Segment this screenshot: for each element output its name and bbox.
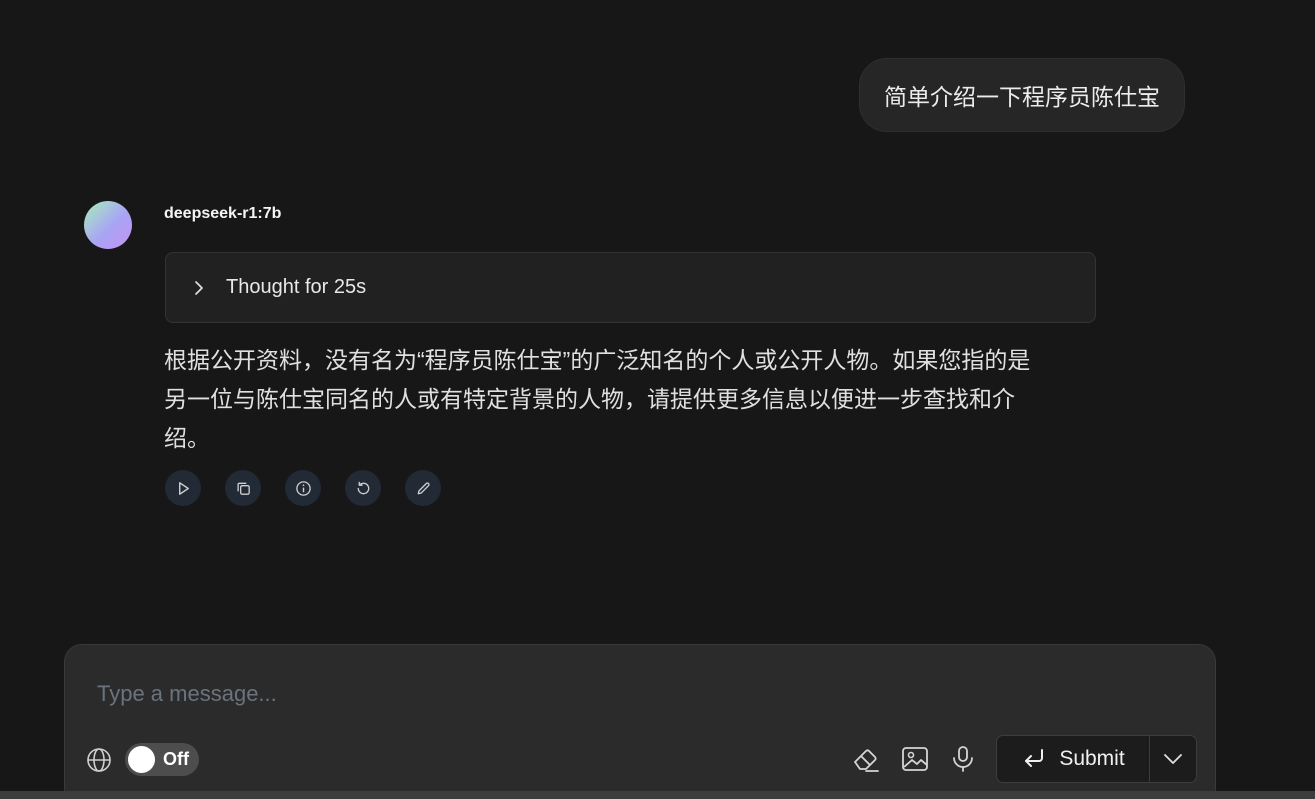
submit-options-button[interactable] <box>1150 736 1196 782</box>
eraser-icon[interactable] <box>851 744 881 774</box>
assistant-answer: 根据公开资料，没有名为“程序员陈仕宝”的广泛知名的个人或公开人物。如果您指的是另… <box>164 347 1031 451</box>
thought-toggle[interactable]: Thought for 25s <box>165 252 1096 323</box>
user-message-text: 简单介绍一下程序员陈仕宝 <box>884 84 1160 110</box>
chevron-down-icon <box>1164 754 1182 764</box>
model-name: deepseek-r1:7b <box>164 205 282 222</box>
user-message-bubble: 简单介绍一下程序员陈仕宝 <box>859 58 1185 132</box>
message-actions <box>165 470 441 506</box>
image-upload-icon[interactable] <box>900 744 930 774</box>
play-icon <box>178 481 189 495</box>
enter-icon <box>1025 749 1044 767</box>
edit-icon <box>417 481 430 494</box>
toggle-knob <box>128 746 155 773</box>
copy-icon <box>236 482 250 495</box>
toggle-label: Off <box>163 749 189 769</box>
submit-button[interactable]: Submit <box>997 736 1150 782</box>
chevron-right-icon <box>190 279 208 297</box>
thought-label: Thought for 25s <box>226 276 367 298</box>
web-search-toggle[interactable]: Off <box>125 743 199 776</box>
globe-icon[interactable] <box>85 746 113 774</box>
regenerate-button[interactable] <box>345 470 381 506</box>
info-button[interactable] <box>285 470 321 506</box>
info-icon <box>295 480 311 496</box>
message-input[interactable] <box>95 675 1099 713</box>
window-bottom-edge <box>0 791 1315 799</box>
regenerate-icon <box>357 481 369 494</box>
submit-group: Submit <box>996 735 1197 783</box>
copy-button[interactable] <box>225 470 261 506</box>
read-aloud-button[interactable] <box>165 470 201 506</box>
microphone-icon[interactable] <box>948 744 978 774</box>
chat-page: 简单介绍一下程序员陈仕宝 deepseek-r1:7b Thought for … <box>0 0 1315 799</box>
message-composer: Off Submit <box>64 644 1216 794</box>
assistant-avatar <box>84 201 132 249</box>
submit-label: Submit <box>1059 747 1125 770</box>
edit-button[interactable] <box>405 470 441 506</box>
